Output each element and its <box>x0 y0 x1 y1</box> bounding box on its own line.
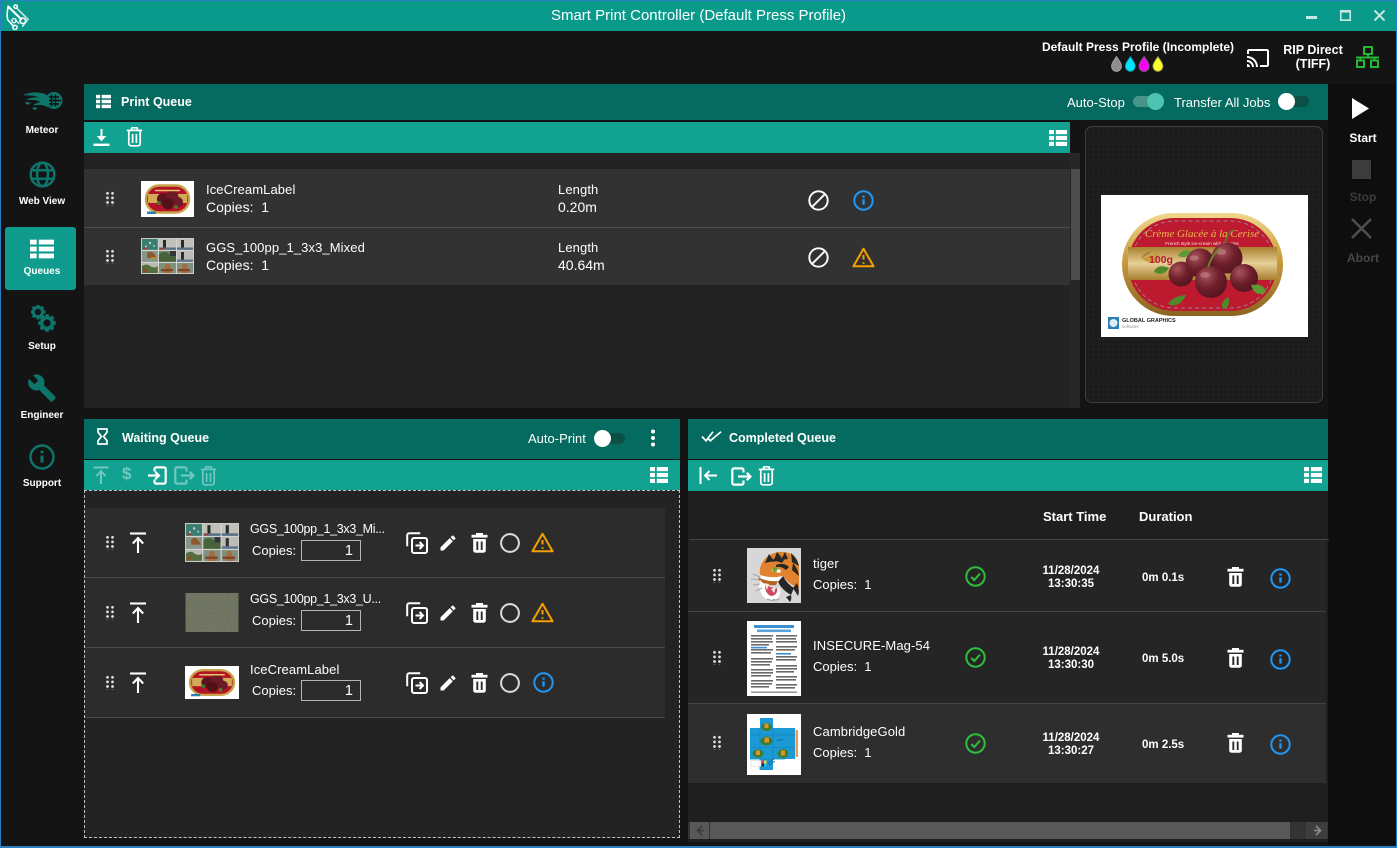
svg-text:100g: 100g <box>1149 254 1173 266</box>
svg-text:software: software <box>1122 324 1140 329</box>
svg-text:Crème Glacée à la Cerise: Crème Glacée à la Cerise <box>1145 228 1259 240</box>
